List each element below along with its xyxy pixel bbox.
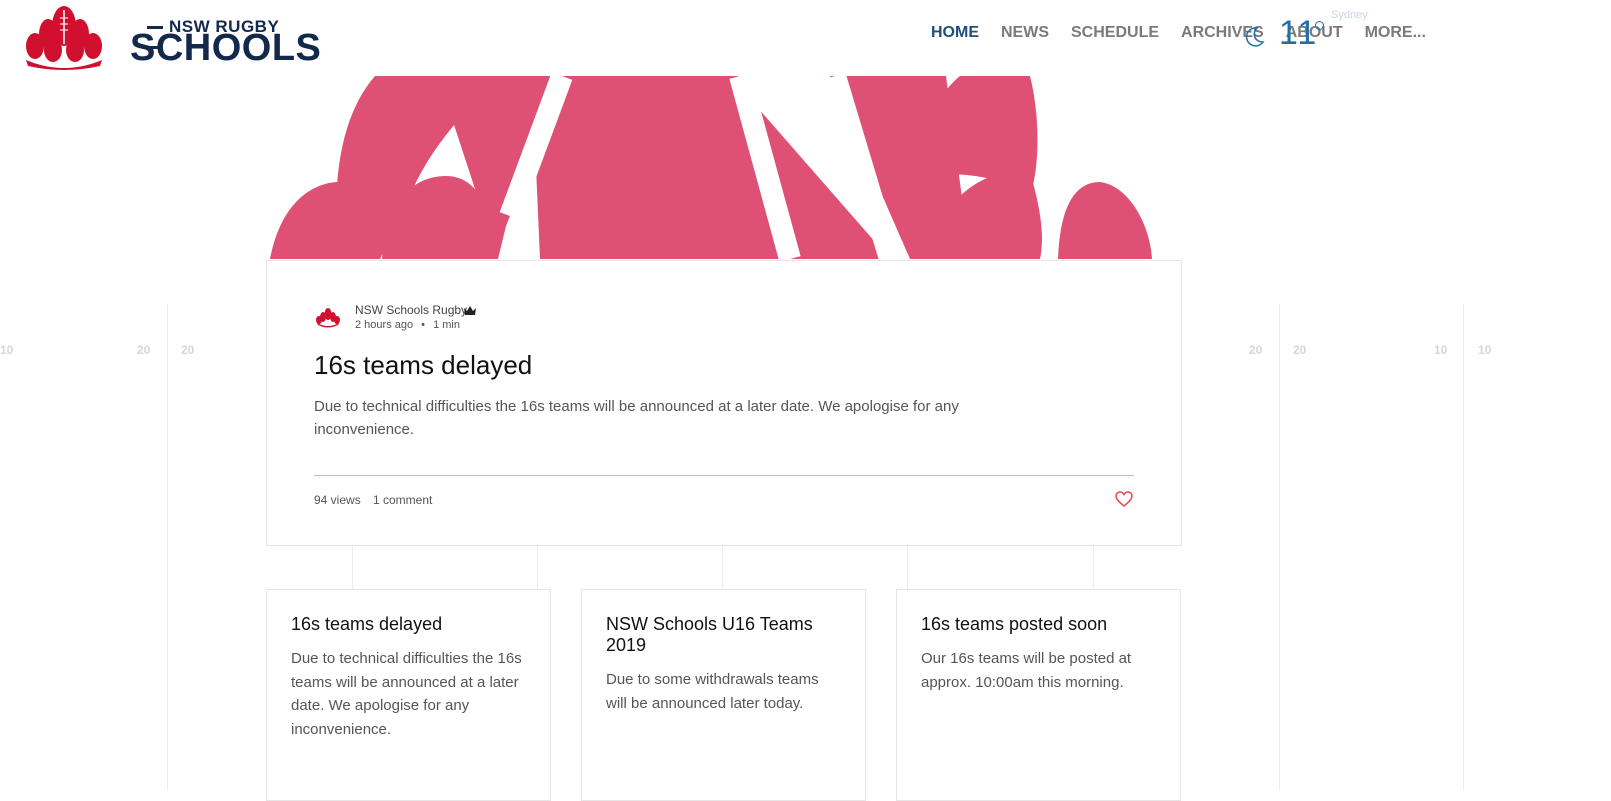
grid-line (1463, 304, 1464, 790)
post-title[interactable]: 16s teams delayed (314, 350, 532, 381)
post-card-title[interactable]: NSW Schools U16 Teams 2019 (606, 614, 836, 656)
grid-line (722, 545, 723, 589)
post-card-title[interactable]: 16s teams posted soon (921, 614, 1151, 635)
author-avatar[interactable] (315, 305, 341, 331)
nav-news[interactable]: NEWS (1001, 22, 1049, 44)
grid-line (167, 304, 168, 790)
grid-tick: 10 (1478, 343, 1492, 357)
author-name[interactable]: NSW Schools Rugby (355, 303, 467, 317)
post-card[interactable]: NSW Schools U16 Teams 2019 Due to some w… (581, 589, 866, 801)
weather-city: Sydney (1331, 9, 1368, 21)
post-divider (314, 475, 1134, 476)
grid-line (1093, 545, 1094, 589)
grid-tick: 20 (1293, 343, 1307, 357)
grid-line (537, 545, 538, 589)
post-cover-image[interactable] (270, 76, 1155, 259)
post-card-excerpt[interactable]: Due to some withdrawals teams will be an… (606, 668, 836, 715)
nav-home[interactable]: HOME (931, 22, 979, 44)
grid-tick: 20 (181, 343, 195, 357)
grid-tick: 10 (0, 343, 14, 357)
grid-line (352, 545, 353, 589)
moon-icon (1245, 27, 1265, 47)
post-read-time: 1 min (433, 319, 460, 331)
post-card-excerpt[interactable]: Due to technical difficulties the 16s te… (291, 647, 527, 741)
grid-line (907, 545, 908, 589)
post-card[interactable]: 16s teams delayed Due to technical diffi… (266, 589, 551, 801)
grid-tick: 20 (1249, 343, 1263, 357)
post-card[interactable]: 16s teams posted soon Our 16s teams will… (896, 589, 1181, 801)
like-heart-icon[interactable] (1115, 491, 1133, 507)
post-time-ago: 2 hours ago (355, 319, 414, 331)
grid-tick: 10 (1434, 343, 1448, 357)
logo-main-text: SCHOOLS (130, 27, 322, 69)
post-meta: 2 hours ago • 1 min (355, 319, 460, 331)
waratah-logo-icon (26, 6, 102, 70)
waratah-cover-graphic (270, 76, 1155, 259)
grid-line (1279, 304, 1280, 790)
degree-icon (1315, 21, 1324, 30)
post-card-title[interactable]: 16s teams delayed (291, 614, 521, 635)
meta-separator: • (421, 319, 426, 331)
crown-icon (464, 306, 476, 315)
temperature: 11 (1279, 14, 1319, 52)
post-card-excerpt[interactable]: Our 16s teams will be posted at approx. … (921, 647, 1151, 694)
post-excerpt[interactable]: Due to technical difficulties the 16s te… (314, 395, 1034, 441)
post-comments-link[interactable]: 1 comment (373, 493, 432, 507)
nav-more[interactable]: MORE... (1365, 22, 1426, 44)
nav-schedule[interactable]: SCHEDULE (1071, 22, 1159, 44)
post-views: 94 views (314, 493, 361, 507)
featured-post-card[interactable]: NSW Schools Rugby 2 hours ago • 1 min 16… (266, 260, 1182, 546)
site-logo[interactable]: NSW RUGBY SCHOOLS (22, 4, 321, 70)
grid-tick: 20 (137, 343, 151, 357)
weather-widget: 11 Sydney (1243, 8, 1373, 68)
